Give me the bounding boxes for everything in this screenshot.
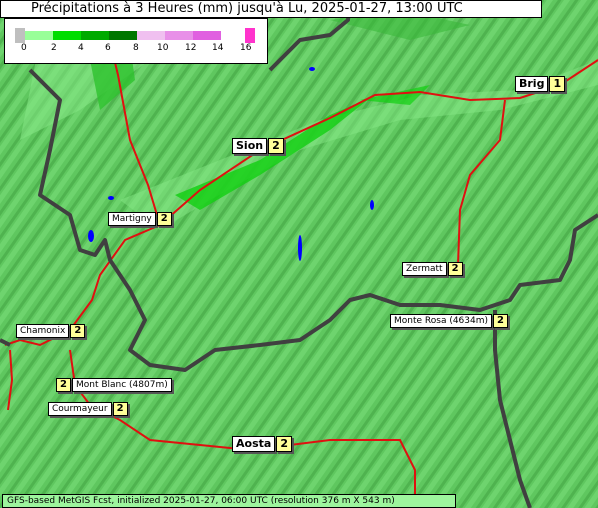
precipitation-legend: 0 2 4 6 8 10 12 14 16 [4, 18, 268, 64]
legend-swatch [25, 31, 53, 40]
legend-tick: 12 [185, 43, 197, 53]
city-name: Chamonix [16, 324, 70, 338]
map-title: Précipitations à 3 Heures (mm) jusqu'à L… [0, 0, 542, 18]
city-label-monte-rosa[interactable]: Monte Rosa (4634m) 2 [390, 314, 508, 328]
city-precip-value: 2 [56, 378, 71, 392]
lake [370, 200, 374, 210]
city-name: Aosta [232, 436, 276, 452]
city-precip-value: 2 [447, 262, 463, 276]
city-precip-value: 2 [268, 138, 284, 154]
city-label-mont-blanc[interactable]: 2 Mont Blanc (4807m) [56, 378, 172, 392]
city-name: Monte Rosa (4634m) [390, 314, 493, 328]
city-label-courmayeur[interactable]: Courmayeur 2 [48, 402, 128, 416]
precipitation-map: Précipitations à 3 Heures (mm) jusqu'à L… [0, 0, 598, 508]
city-precip-value: 2 [70, 324, 86, 338]
lake [309, 67, 315, 71]
city-label-zermatt[interactable]: Zermatt 2 [402, 262, 463, 276]
legend-tick: 10 [157, 43, 169, 53]
legend-swatch [137, 31, 165, 40]
city-precip-value: 2 [276, 436, 292, 452]
legend-swatch-min [15, 28, 25, 43]
legend-tick: 4 [78, 43, 84, 53]
city-name: Sion [232, 138, 268, 154]
lake [108, 196, 114, 200]
city-name: Mont Blanc (4807m) [71, 378, 172, 392]
city-label-sion[interactable]: Sion 2 [232, 138, 284, 154]
legend-swatch [193, 31, 221, 40]
city-precip-value: 1 [549, 76, 566, 92]
city-label-martigny[interactable]: Martigny 2 [108, 212, 172, 226]
terrain-layer [0, 0, 598, 508]
lake [298, 235, 302, 261]
legend-tick: 2 [51, 43, 57, 53]
lake [88, 230, 94, 242]
legend-tick: 14 [212, 43, 224, 53]
forecast-footer: GFS-based MetGIS Fcst, initialized 2025-… [2, 494, 456, 508]
legend-tick: 6 [105, 43, 111, 53]
city-precip-value: 2 [112, 402, 128, 416]
legend-tick: 16 [240, 43, 252, 53]
legend-swatch-max [245, 28, 255, 43]
city-name: Brig [515, 76, 549, 92]
city-label-aosta[interactable]: Aosta 2 [232, 436, 292, 452]
legend-swatch [109, 31, 137, 40]
city-precip-value: 2 [493, 314, 508, 328]
city-name: Zermatt [402, 262, 447, 276]
legend-tick: 8 [133, 43, 139, 53]
city-label-brig[interactable]: Brig 1 [515, 76, 566, 92]
legend-tick: 0 [21, 43, 27, 53]
legend-swatch [53, 31, 81, 40]
city-precip-value: 2 [156, 212, 172, 226]
city-name: Courmayeur [48, 402, 112, 416]
city-name: Martigny [108, 212, 156, 226]
legend-swatch [165, 31, 193, 40]
city-label-chamonix[interactable]: Chamonix 2 [16, 324, 86, 338]
legend-swatch [81, 31, 109, 40]
